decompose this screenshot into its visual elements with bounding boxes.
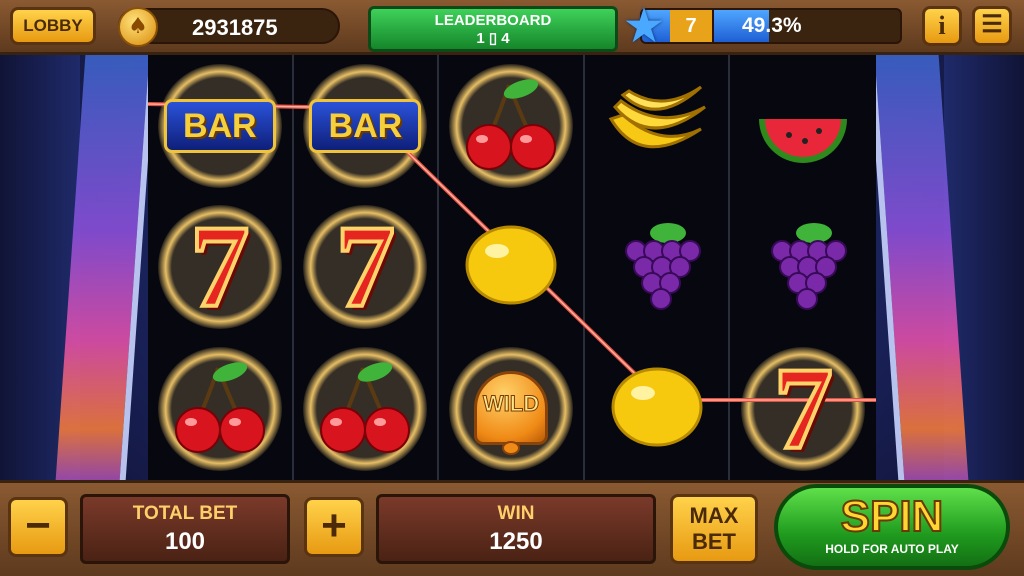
lemon-symbol-icon <box>607 361 707 457</box>
reel-cell <box>585 55 729 197</box>
reel-cell <box>585 338 729 480</box>
win-panel: WIN 1250 <box>376 494 656 564</box>
spade-coin-icon: ♠ <box>118 7 158 47</box>
bar-symbol-icon: BAR <box>309 98 422 153</box>
bar-symbol-icon: BAR <box>163 98 276 153</box>
grapes-symbol-icon <box>602 217 712 317</box>
reel-cell: 7 <box>148 197 292 339</box>
leaderboard-button[interactable]: LEADERBOARD 1 ▯ 4 <box>368 6 618 52</box>
menu-icon: ☰ <box>981 12 1003 38</box>
decrease-bet-button[interactable]: − <box>8 497 68 557</box>
level-number: 7 <box>670 10 714 42</box>
reel-5: 7 <box>730 55 876 480</box>
leaderboard-rank: 1 ▯ 4 <box>476 30 510 47</box>
reel-grid: BAR 7 BAR 7 WILD 7 <box>148 55 876 480</box>
cherry-symbol-icon <box>313 358 417 460</box>
total-bet-value: 100 <box>164 528 206 555</box>
lobby-button[interactable]: LOBBY <box>10 7 96 45</box>
win-value: 1250 <box>489 528 543 555</box>
seven-symbol-icon: 7 <box>188 201 251 333</box>
reel-cell <box>439 197 583 339</box>
watermelon-symbol-icon <box>749 79 857 173</box>
wild-label: WILD <box>482 391 540 417</box>
reel-2: BAR 7 <box>294 55 440 480</box>
reel-cell <box>439 55 583 197</box>
seven-symbol-icon: 7 <box>772 343 835 475</box>
grapes-symbol-icon <box>748 217 858 317</box>
spin-subtitle: HOLD FOR AUTO PLAY <box>825 542 959 556</box>
info-button[interactable]: i <box>922 6 962 46</box>
reel-3: WILD <box>439 55 585 480</box>
level-percent: 49.3% <box>742 14 802 37</box>
reel-cell <box>730 197 876 339</box>
total-bet-panel: TOTAL BET 100 <box>80 494 290 564</box>
coin-value: 2931875 <box>192 15 278 40</box>
increase-bet-button[interactable]: + <box>304 497 364 557</box>
max-bet-line2: BET <box>692 529 736 554</box>
reel-cell <box>294 338 438 480</box>
spin-button[interactable]: SPIN HOLD FOR AUTO PLAY <box>774 484 1010 570</box>
banana-symbol-icon <box>601 79 713 173</box>
seven-symbol-icon: 7 <box>334 201 397 333</box>
coin-balance: ♠ 2931875 <box>118 7 340 47</box>
reel-cell: WILD <box>439 338 583 480</box>
reel-cell: 7 <box>294 197 438 339</box>
menu-button[interactable]: ☰ <box>972 6 1012 46</box>
reel-cell <box>148 338 292 480</box>
reel-cell: 7 <box>730 338 876 480</box>
max-bet-button[interactable]: MAX BET <box>670 494 758 564</box>
max-bet-line1: MAX <box>689 503 739 528</box>
star-icon: ★ <box>622 0 666 54</box>
lemon-symbol-icon <box>461 219 561 315</box>
level-progress-bar: 7 49.3% <box>640 8 902 44</box>
reel-cell <box>585 197 729 339</box>
total-bet-title: TOTAL BET <box>132 503 238 524</box>
reel-4 <box>585 55 731 480</box>
spin-label: SPIN <box>840 491 945 542</box>
cherry-symbol-icon <box>459 75 563 177</box>
wild-bell-symbol-icon: WILD <box>466 361 556 457</box>
leaderboard-title: LEADERBOARD <box>434 12 552 29</box>
reel-cell: BAR <box>148 55 292 197</box>
win-title: WIN <box>497 503 535 524</box>
reel-cell <box>730 55 876 197</box>
cherry-symbol-icon <box>168 358 272 460</box>
reel-1: BAR 7 <box>148 55 294 480</box>
reel-cell: BAR <box>294 55 438 197</box>
